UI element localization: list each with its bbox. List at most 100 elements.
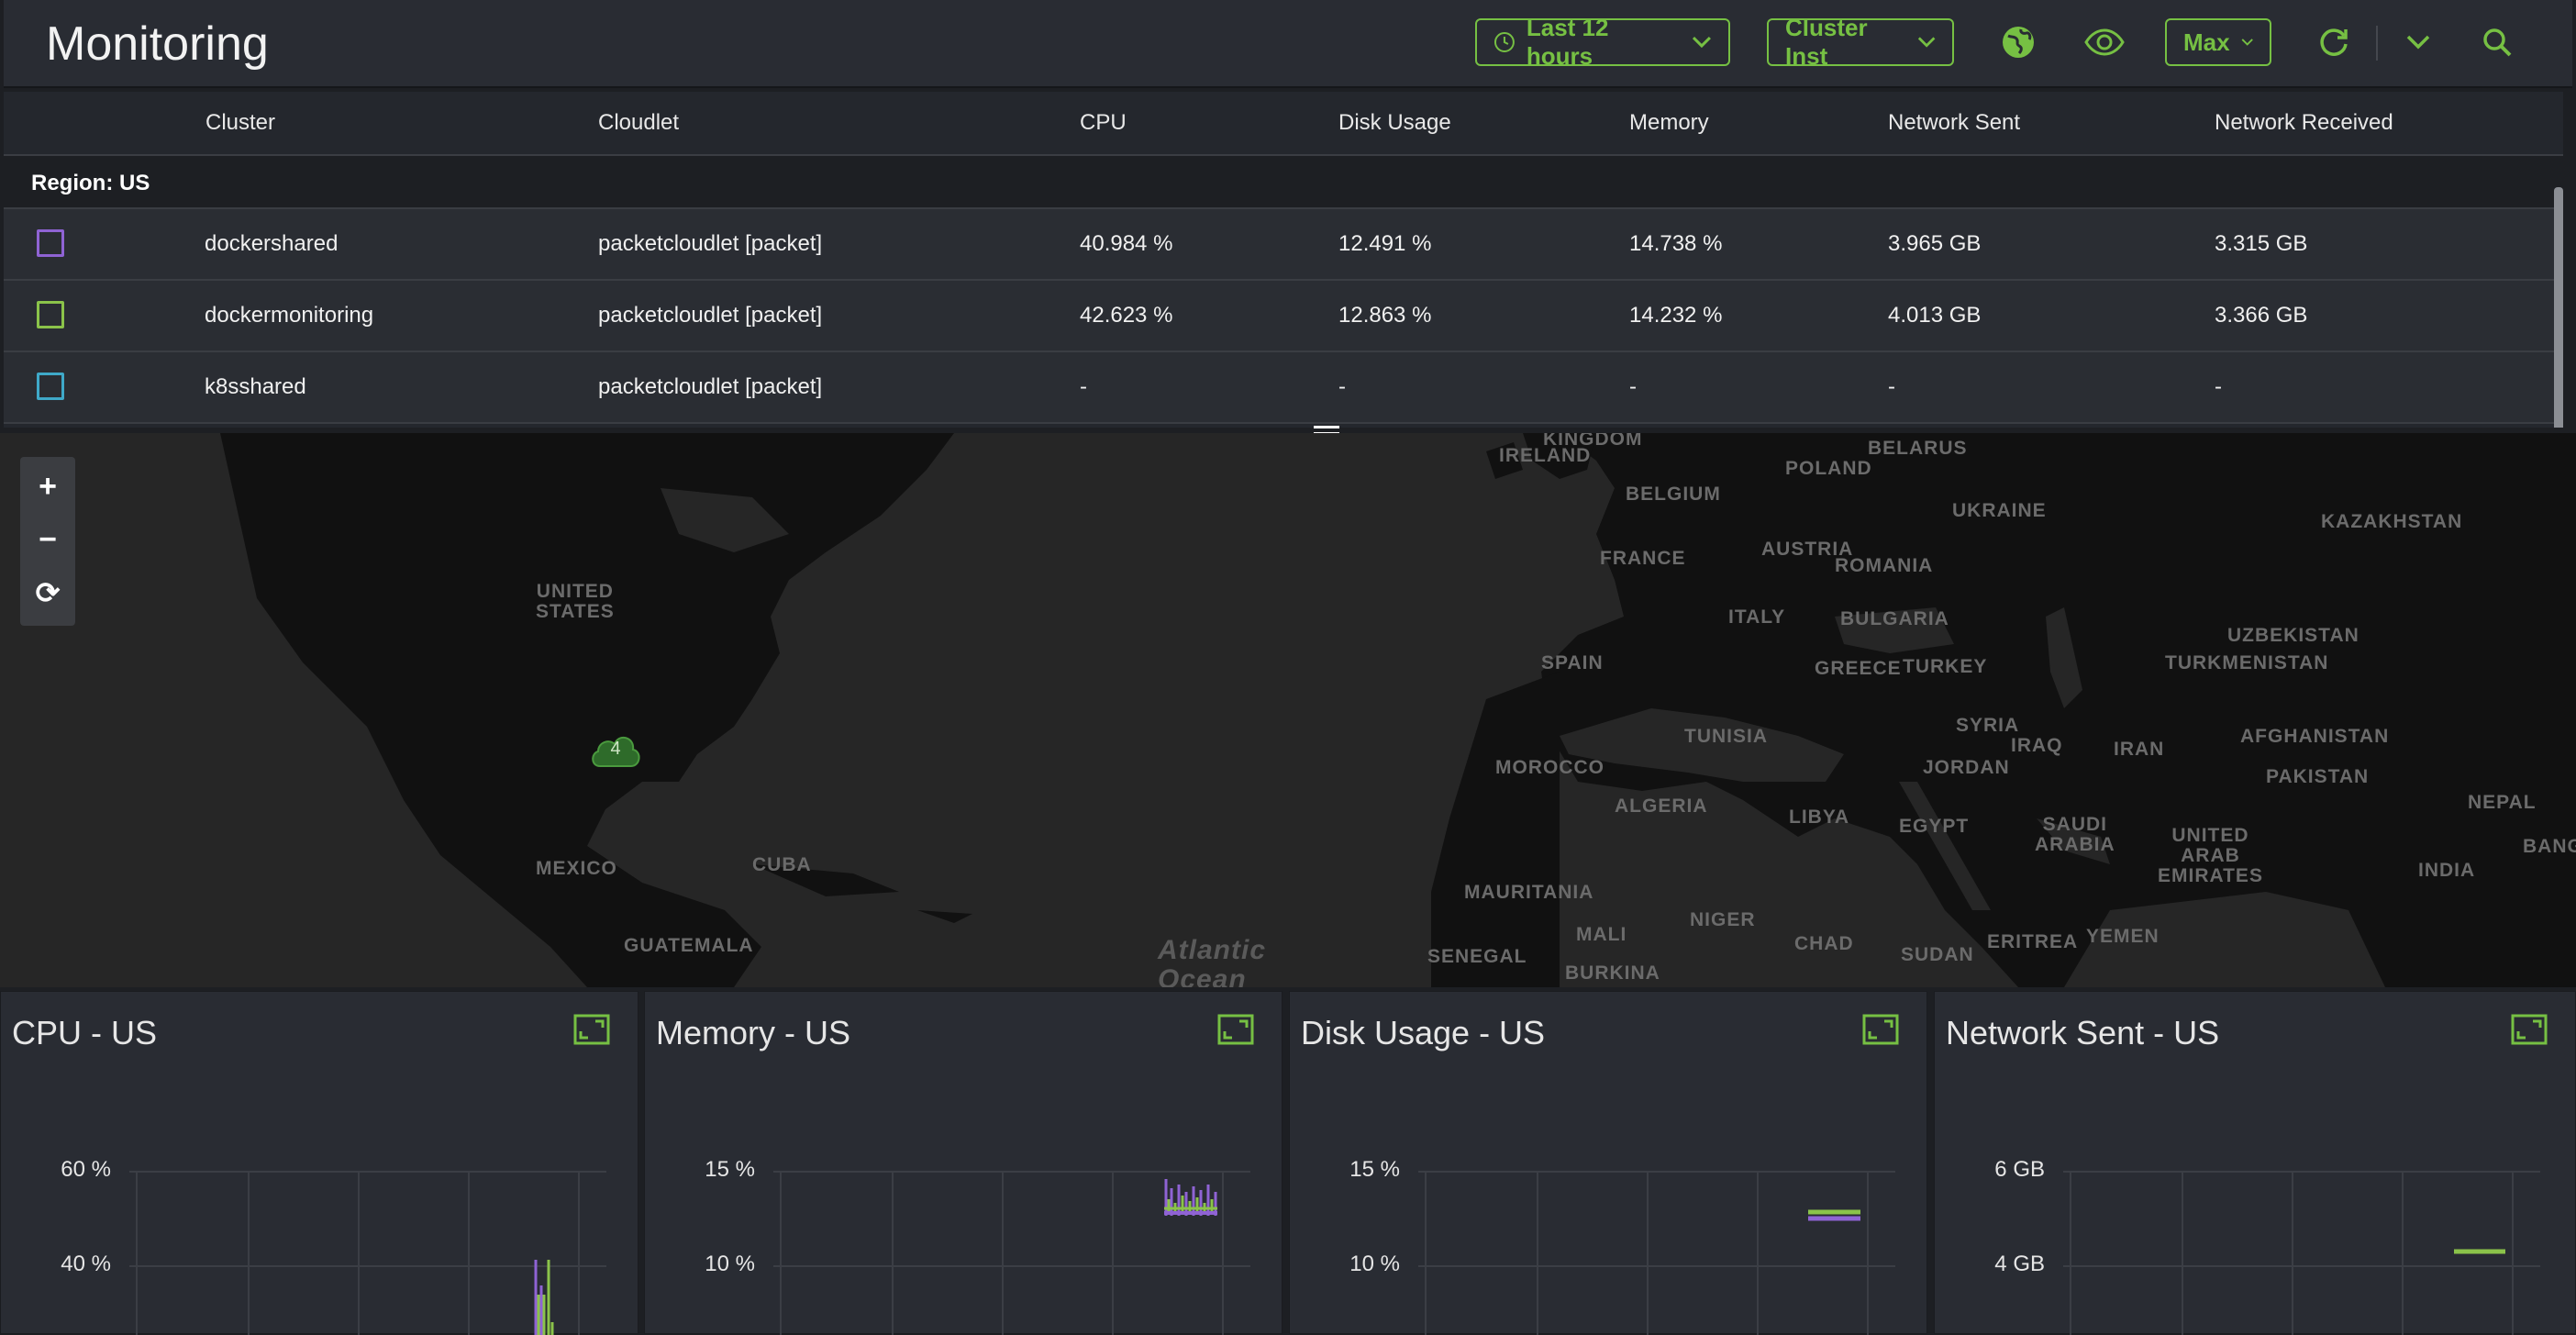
cell-cluster: dockershared [205, 231, 339, 256]
eye-icon[interactable] [2082, 24, 2126, 61]
map-label: BULGARIA [1840, 608, 1949, 629]
cell-network-sent: 3.965 GB [1888, 231, 1982, 256]
map-label: ITALY [1728, 606, 1786, 628]
cpu-chart [129, 1171, 606, 1335]
map-landmass [220, 433, 2576, 987]
row-checkbox[interactable] [37, 301, 64, 328]
map-label: JORDAN [1923, 757, 2010, 778]
disk-usage-chart [1418, 1171, 1895, 1335]
map-label-uae: UNITED ARAB EMIRATES [2158, 825, 2263, 886]
time-range-label: Last 12 hours [1526, 14, 1609, 70]
map-label-united-states: UNITED STATES [536, 581, 615, 622]
cluster-marker[interactable]: 4 [589, 731, 642, 768]
map-label: EGYPT [1899, 816, 1970, 837]
map-label: MOROCCO [1495, 757, 1604, 778]
cell-cloudlet: packetcloudlet [packet] [598, 374, 823, 399]
map-label: CHAD [1794, 933, 1854, 954]
map-label: IRELAND [1499, 445, 1592, 466]
row-checkbox[interactable] [37, 229, 64, 257]
ocean-label: Atlantic Ocean [1158, 935, 1267, 988]
header-bar: Monitoring Last 12 hours Cluster Inst Ma… [4, 0, 2572, 88]
map-label: UKRAINE [1952, 500, 2047, 521]
column-header-disk-usage[interactable]: Disk Usage [1338, 110, 1451, 136]
reset-view-icon[interactable]: ⟳ [20, 567, 75, 618]
map-label: POLAND [1785, 458, 1872, 479]
cell-network-received: 3.366 GB [2215, 303, 2308, 328]
column-header-memory[interactable]: Memory [1629, 110, 1709, 136]
table-header: Cluster Cloudlet CPU Disk Usage Memory N… [4, 92, 2563, 156]
view-type-dropdown[interactable]: Cluster Inst [1767, 14, 1954, 70]
cell-disk: 12.863 % [1338, 303, 1432, 328]
map-label: PAKISTAN [2266, 766, 2370, 787]
page-title: Monitoring [46, 17, 269, 71]
map-label: INDIA [2418, 860, 2476, 881]
map-label: SPAIN [1541, 652, 1604, 673]
cell-cpu: - [1080, 374, 1087, 399]
map-label: MAURITANIA [1464, 882, 1594, 903]
map-label: CUBA [752, 854, 812, 875]
map-label: ERITREA [1987, 931, 2079, 952]
region-label: Region: US [31, 171, 150, 195]
column-header-cloudlet[interactable]: Cloudlet [598, 110, 679, 136]
map-label: SUDAN [1901, 944, 1974, 965]
view-type-label: Cluster Inst [1785, 14, 1868, 70]
chart-panel-disk-usage: Disk Usage - US 15 % 10 % [1289, 991, 1927, 1335]
cell-network-sent: - [1888, 374, 1895, 399]
map-label: BANGL [2523, 836, 2576, 857]
map-label: ROMANIA [1835, 555, 1934, 576]
table-row[interactable]: k8sshared packetcloudlet [packet] - - - … [4, 352, 2563, 424]
refresh-icon[interactable] [2315, 24, 2352, 61]
map-label: IRAN [2114, 739, 2165, 760]
cell-cloudlet: packetcloudlet [packet] [598, 231, 823, 256]
map-label: MALI [1576, 924, 1627, 945]
cell-network-received: - [2215, 374, 2222, 399]
cell-cloudlet: packetcloudlet [packet] [598, 303, 823, 328]
map-label: SENEGAL [1427, 946, 1527, 967]
map-label: TUNISIA [1684, 726, 1768, 747]
clock-icon [1493, 32, 1515, 52]
map-label: YEMEN [2086, 926, 2160, 947]
column-header-network-received[interactable]: Network Received [2215, 110, 2393, 136]
table-row[interactable]: dockermonitoring packetcloudlet [packet]… [4, 281, 2563, 352]
cell-network-received: 3.315 GB [2215, 231, 2308, 256]
memory-chart [773, 1171, 1250, 1335]
row-checkbox[interactable] [37, 373, 64, 400]
chart-panel-memory: Memory - US 15 % 10 % [644, 991, 1282, 1335]
cell-cpu: 40.984 % [1080, 231, 1173, 256]
table-scrollbar[interactable] [2554, 187, 2563, 428]
map-label: FRANCE [1600, 548, 1686, 569]
globe-icon[interactable] [2000, 24, 2037, 61]
aggregation-dropdown[interactable]: Max [2165, 18, 2271, 66]
chevron-down-icon[interactable] [2400, 24, 2437, 61]
map-label: BURKINA [1565, 962, 1660, 984]
map-label: ALGERIA [1615, 795, 1708, 817]
column-header-cpu[interactable]: CPU [1080, 110, 1127, 136]
map-label-saudi-arabia: SAUDI ARABIA [2035, 814, 2115, 855]
time-range-dropdown[interactable]: Last 12 hours [1475, 14, 1730, 70]
map-label: GREECE [1815, 658, 1902, 679]
map-label: MEXICO [536, 858, 617, 879]
map-label: SYRIA [1956, 715, 2020, 736]
map-label: KAZAKHSTAN [2321, 511, 2463, 532]
cell-memory: 14.232 % [1629, 303, 1723, 328]
world-map[interactable]: KINGDOM IRELAND BELARUS POLAND BELGIUM U… [0, 433, 2576, 987]
chevron-down-icon [1917, 37, 1936, 48]
cell-cluster: dockermonitoring [205, 303, 374, 328]
cell-cpu: 42.623 % [1080, 303, 1173, 328]
map-label: TURKEY [1903, 656, 1988, 677]
cell-disk: 12.491 % [1338, 231, 1432, 256]
map-label: UZBEKISTAN [2227, 625, 2359, 646]
column-header-network-sent[interactable]: Network Sent [1888, 110, 2020, 136]
zoom-out-button[interactable]: − [20, 514, 75, 565]
chevron-down-icon [1693, 36, 1712, 49]
table-row[interactable]: dockershared packetcloudlet [packet] 40.… [4, 209, 2563, 281]
chart-panel-cpu: CPU - US 60 % 40 % [0, 991, 638, 1335]
region-group-row: Region: US [4, 156, 2563, 209]
map-label: LIBYA [1789, 807, 1850, 828]
map-label: GUATEMALA [624, 935, 754, 956]
column-header-cluster[interactable]: Cluster [205, 110, 275, 136]
cluster-metrics-table: Cluster Cloudlet CPU Disk Usage Memory N… [4, 92, 2563, 428]
search-icon[interactable] [2479, 24, 2515, 61]
cell-cluster: k8sshared [205, 374, 306, 399]
zoom-in-button[interactable]: + [20, 461, 75, 512]
